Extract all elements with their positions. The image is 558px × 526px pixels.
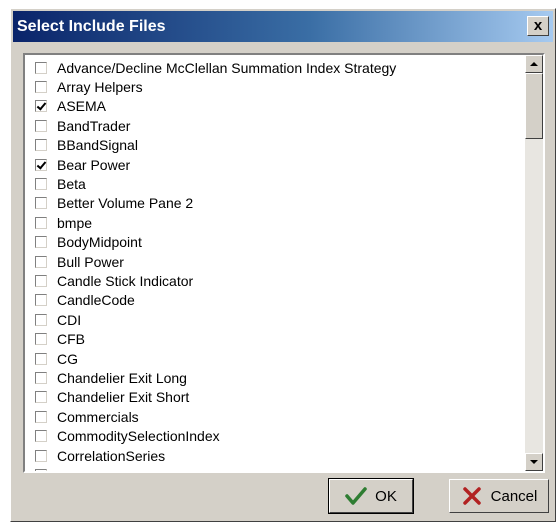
list-item[interactable] [25,465,525,471]
item-checkbox[interactable] [35,468,47,471]
item-label: CFB [57,331,85,348]
arrow-down-icon [530,460,538,464]
scroll-up-button[interactable] [525,55,543,73]
vertical-scrollbar[interactable] [525,55,543,471]
list-item[interactable]: ASEMA [25,97,525,116]
item-checkbox[interactable] [35,178,47,191]
list-item[interactable]: CorrelationSeries [25,446,525,465]
list-item[interactable]: CG [25,349,525,368]
item-label: CandleCode [57,292,135,309]
item-label: CG [57,350,78,367]
list-items-container: Advance/Decline McClellan Summation Inde… [25,58,525,471]
close-icon: x [533,17,543,34]
item-label: BodyMidpoint [57,234,142,251]
item-checkbox[interactable] [35,255,47,268]
list-item[interactable]: bmpe [25,213,525,232]
list-item[interactable]: Better Volume Pane 2 [25,194,525,213]
item-label: Better Volume Pane 2 [57,195,194,212]
ok-button-label: OK [375,487,397,505]
scroll-thumb[interactable] [525,73,543,139]
item-label: BandTrader [57,117,131,134]
dialog-title: Select Include Files [17,18,166,35]
item-label: Advance/Decline McClellan Summation Inde… [57,59,397,76]
item-checkbox[interactable] [35,274,47,287]
item-label: BBandSignal [57,137,138,154]
list-item[interactable]: Bear Power [25,155,525,174]
list-item[interactable]: BBandSignal [25,136,525,155]
item-checkbox[interactable] [35,430,47,443]
list-item[interactable]: BodyMidpoint [25,233,525,252]
item-label: Bull Power [57,253,124,270]
item-checkbox[interactable] [35,333,47,346]
item-checkbox[interactable] [35,61,47,74]
list-item[interactable]: Candle Stick Indicator [25,271,525,290]
item-checkbox[interactable] [35,100,47,113]
item-checkbox[interactable] [35,81,47,94]
checkmark-icon [345,487,367,505]
item-label: Bear Power [57,156,131,173]
list-item[interactable]: Beta [25,174,525,193]
list-item[interactable]: Bull Power [25,252,525,271]
item-checkbox[interactable] [35,391,47,404]
item-label: bmpe [57,214,93,231]
list-item[interactable]: Advance/Decline McClellan Summation Inde… [25,58,525,77]
item-checkbox[interactable] [35,352,47,365]
item-label: Array Helpers [57,79,143,96]
list-item[interactable]: Chandelier Exit Long [25,368,525,387]
item-label: CorrelationSeries [57,447,166,464]
item-label: Commercials [57,408,139,425]
arrow-up-icon [530,62,538,66]
cancel-button[interactable]: Cancel [449,479,549,513]
list-item[interactable]: Commercials [25,407,525,426]
x-icon [462,487,481,505]
item-checkbox[interactable] [35,410,47,423]
list-item[interactable]: Chandelier Exit Short [25,388,525,407]
list-item[interactable]: Array Helpers [25,77,525,96]
item-label: CommoditySelectionIndex [57,428,220,445]
list-item[interactable]: CandleCode [25,291,525,310]
list-item[interactable]: CFB [25,329,525,348]
item-label: ASEMA [57,98,107,115]
cancel-button-label: Cancel [490,487,538,505]
item-checkbox[interactable] [35,119,47,132]
item-checkbox[interactable] [35,158,47,171]
item-checkbox[interactable] [35,294,47,307]
include-files-list[interactable]: Advance/Decline McClellan Summation Inde… [23,53,545,473]
select-include-files-dialog: Select Include Files x Advance/Decline M… [10,8,556,522]
list-item[interactable]: CDI [25,310,525,329]
item-label: Beta [57,176,86,193]
item-checkbox[interactable] [35,371,47,384]
item-label: Chandelier Exit Short [57,389,190,406]
title-bar: Select Include Files x [13,11,553,42]
item-checkbox[interactable] [35,216,47,229]
scroll-down-button[interactable] [525,453,543,471]
item-label: Chandelier Exit Long [57,369,187,386]
close-button[interactable]: x [527,16,549,36]
list-item[interactable]: CommoditySelectionIndex [25,426,525,445]
item-checkbox[interactable] [35,197,47,210]
item-checkbox[interactable] [35,313,47,326]
list-item[interactable]: BandTrader [25,116,525,135]
item-checkbox[interactable] [35,236,47,249]
item-checkbox[interactable] [35,139,47,152]
item-label: Candle Stick Indicator [57,272,194,289]
ok-button[interactable]: OK [328,478,414,514]
item-label: CDI [57,311,82,328]
item-checkbox[interactable] [35,449,47,462]
